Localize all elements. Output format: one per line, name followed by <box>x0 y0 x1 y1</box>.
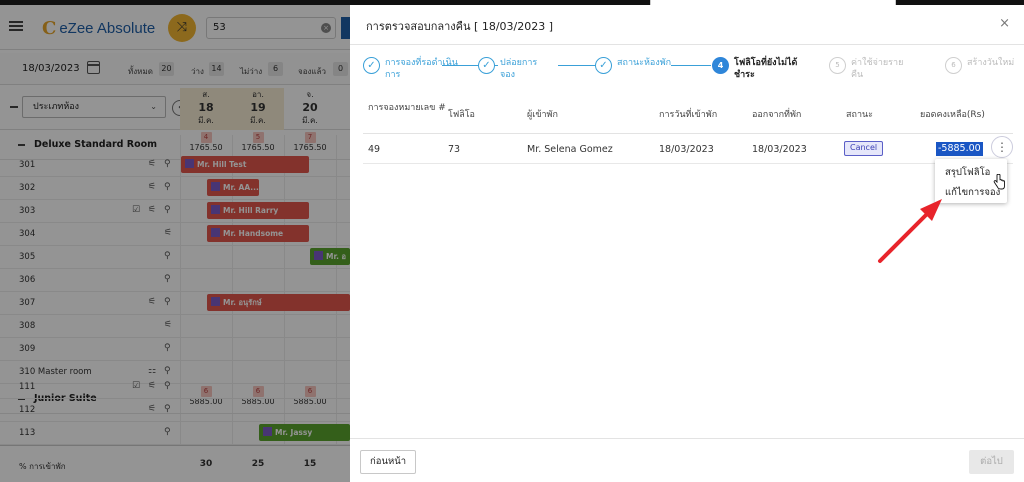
column-header: การวันที่เข้าพัก <box>659 110 718 120</box>
column-header: ยอดคงเหลือ(Rs) <box>920 110 985 120</box>
step-label: การจองที่รอดำเนินการ <box>385 58 458 80</box>
column-header: สถานะ <box>846 110 873 120</box>
column-header: โฟลิโอ <box>448 110 475 120</box>
check-icon: ✓ <box>478 57 495 74</box>
balance-amount: -5885.00 <box>936 142 983 156</box>
departure-date: 18/03/2023 <box>752 144 807 155</box>
step-label: โฟลิโอที่ยังไม่ได้ชำระ <box>734 58 798 80</box>
step-label: สถานะห้องพัก <box>617 58 672 68</box>
menu-item-folio-summary[interactable]: สรุปโฟลิโอ <box>945 165 990 180</box>
column-header: ออกจากที่พัก <box>752 110 802 120</box>
modal-header: การตรวจสอบกลางคืน [ 18/03/2023 ] × <box>350 5 1024 45</box>
table-row[interactable]: 49 73 Mr. Selena Gomez 18/03/2023 18/03/… <box>363 134 1013 164</box>
menu-item-edit-reservation[interactable]: แก้ไขการจอง <box>945 185 1000 200</box>
arrival-date: 18/03/2023 <box>659 144 714 155</box>
check-icon: ✓ <box>363 57 380 74</box>
modal-footer: ก่อนหน้า ต่อไป <box>350 438 1024 482</box>
check-icon: ✓ <box>595 57 612 74</box>
step-number: 6 <box>945 57 962 74</box>
hand-cursor-icon <box>993 174 1005 190</box>
more-options-button[interactable]: ⋮ <box>991 136 1013 158</box>
stepper: ✓ การจองที่รอดำเนินการ ✓ ปล่อยการจอง ✓ ส… <box>350 45 1024 95</box>
close-icon[interactable]: × <box>999 16 1010 31</box>
status-badge: Cancel <box>844 141 884 156</box>
step-label: สร้างวันใหม่ <box>967 58 1015 68</box>
step-number: 5 <box>829 57 846 74</box>
next-button[interactable]: ต่อไป <box>969 450 1014 474</box>
guest-name: Mr. Selena Gomez <box>527 144 613 155</box>
reservation-number: 49 <box>368 144 381 155</box>
table-header: การจองหมายเลข # โฟลิโอ ผู้เข้าพัก การวัน… <box>363 97 1013 134</box>
modal-backdrop[interactable] <box>0 5 350 482</box>
column-header: การจองหมายเลข # <box>368 103 446 113</box>
modal-title: การตรวจสอบกลางคืน [ 18/03/2023 ] <box>366 20 554 33</box>
annotation-arrow-icon <box>878 199 942 263</box>
step-connector <box>671 65 711 66</box>
unsettled-folios-table: การจองหมายเลข # โฟลิโอ ผู้เข้าพัก การวัน… <box>363 97 1013 164</box>
step-number: 4 <box>712 57 729 74</box>
folio-number: 73 <box>448 144 461 155</box>
column-header: ผู้เข้าพัก <box>527 110 558 120</box>
previous-button[interactable]: ก่อนหน้า <box>360 450 417 474</box>
step-label: ค่าใช้จ่ายรายคืน <box>851 58 904 80</box>
step-label: ปล่อยการจอง <box>500 58 538 80</box>
